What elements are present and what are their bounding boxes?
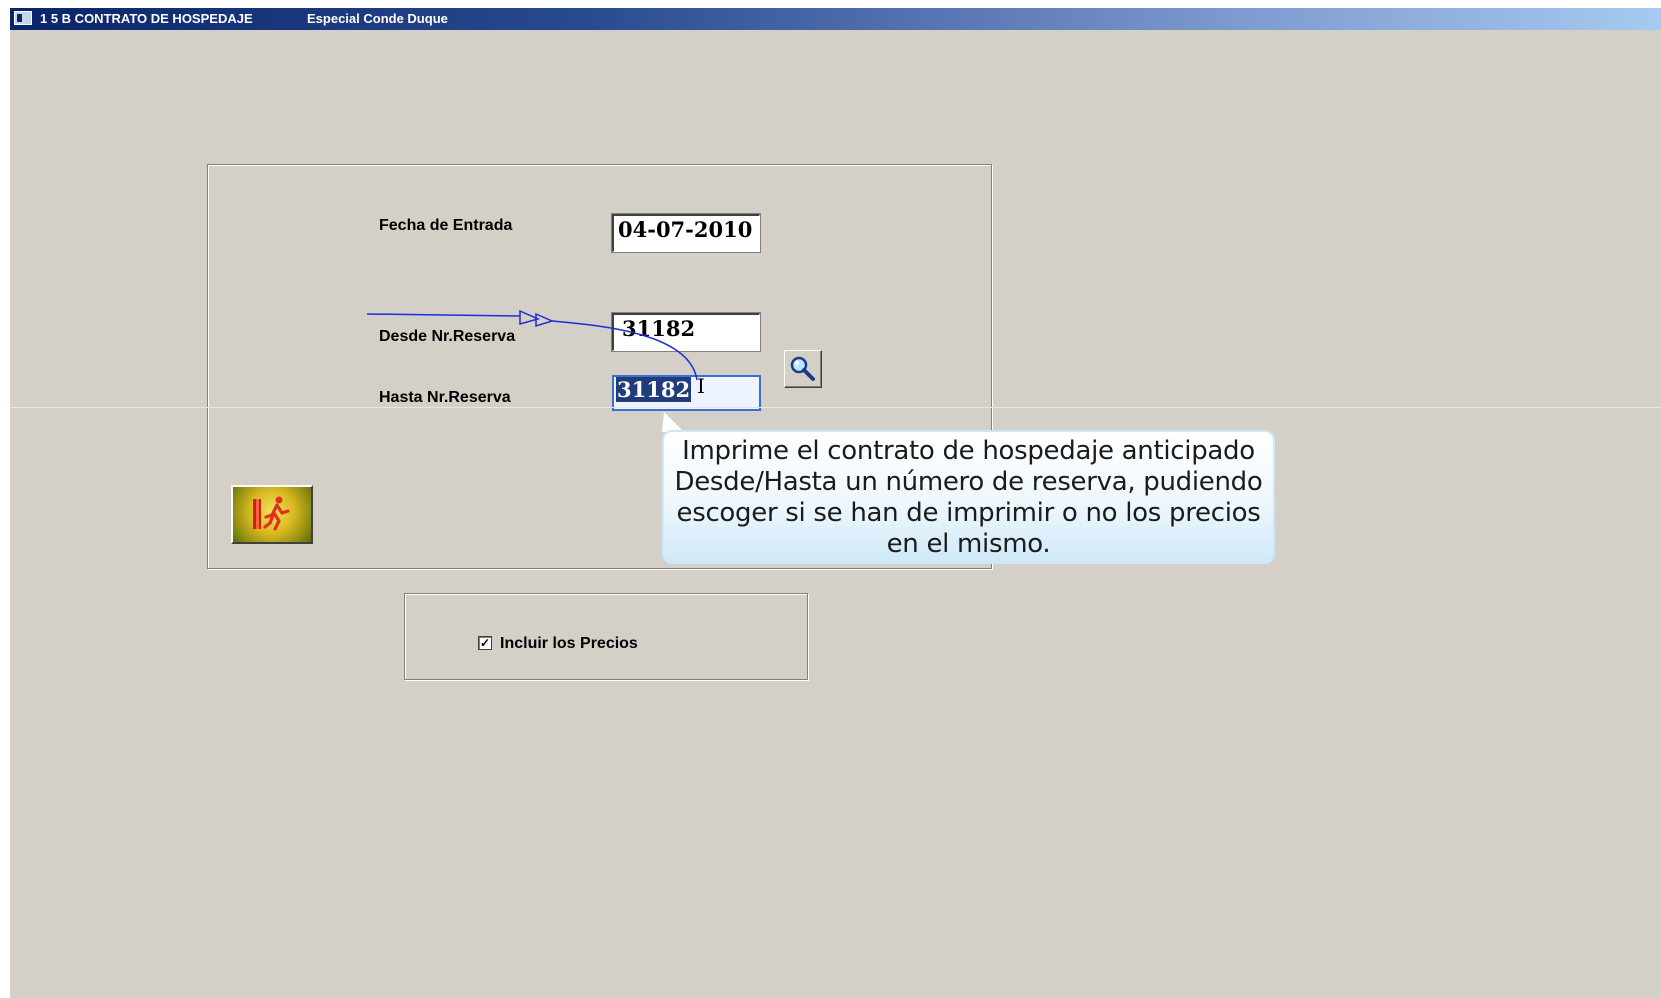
hasta-reserva-input[interactable]: 31182: [612, 375, 761, 411]
hasta-reserva-label: Hasta Nr.Reserva: [379, 389, 511, 406]
selected-text: 31182: [616, 377, 692, 402]
title-bar[interactable]: 1 5 B CONTRATO DE HOSPEDAJE Especial Con…: [10, 8, 1661, 30]
search-reserva-button[interactable]: [784, 350, 822, 388]
fecha-entrada-label: Fecha de Entrada: [379, 217, 513, 234]
desde-reserva-label: Desde Nr.Reserva: [379, 328, 516, 345]
exit-door-icon: [253, 496, 290, 531]
window-subtitle: Especial Conde Duque: [307, 11, 448, 26]
window-title: 1 5 B CONTRATO DE HOSPEDAJE: [40, 11, 253, 26]
exit-button[interactable]: [231, 485, 313, 544]
incluir-precios-label[interactable]: Incluir los Precios: [500, 635, 638, 653]
desde-reserva-input[interactable]: 31182: [611, 312, 761, 352]
incluir-precios-checkbox[interactable]: ✓: [478, 636, 492, 650]
guide-line: [10, 407, 1661, 408]
tooltip-tail: [662, 412, 684, 432]
app-window-icon: [14, 11, 32, 25]
text-cursor-icon: I: [697, 374, 705, 398]
fecha-entrada-input[interactable]: 04-07-2010: [611, 213, 761, 253]
help-tooltip: Imprime el contrato de hospedaje anticip…: [662, 430, 1275, 564]
magnifier-icon: [790, 356, 815, 381]
